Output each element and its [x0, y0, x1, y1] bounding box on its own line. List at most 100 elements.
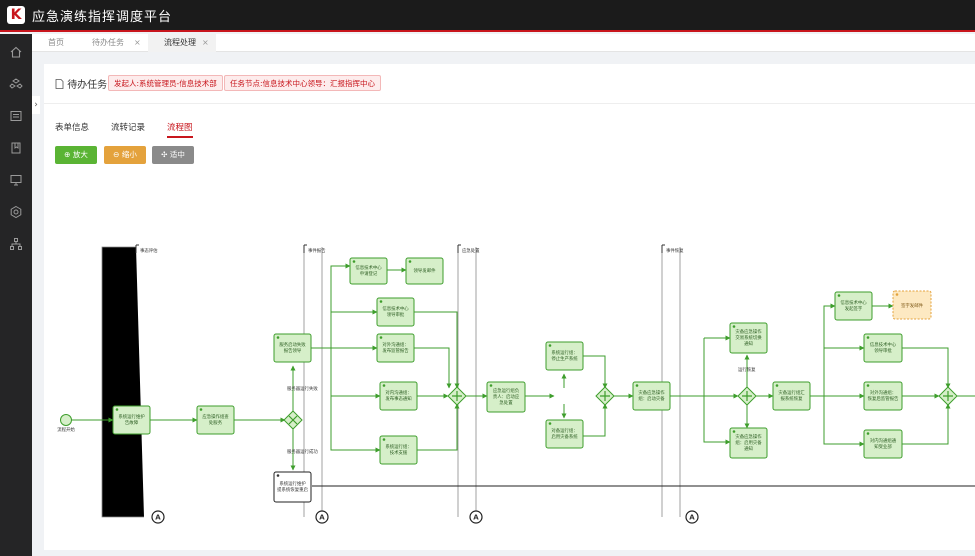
swimlane-label: 事态评估: [140, 247, 158, 254]
svg-text:签字发邮件: 签字发邮件: [901, 302, 924, 309]
svg-text:信息技术中心: 信息技术中心: [840, 299, 867, 306]
end-marker: A: [319, 514, 325, 522]
task-node[interactable]: 应急操作组查处服务: [196, 405, 235, 435]
svg-text:对外沟通组：: 对外沟通组：: [870, 389, 896, 396]
fit-label: 适中: [169, 150, 185, 159]
svg-text:服务启动失败: 服务启动失败: [279, 341, 306, 348]
flow-diagram: 事态评估 事件报告 应急处置 事件恢复 A A A A 流程开始 服务器运行失败…: [57, 244, 975, 524]
edge-label: 服务器运行失败: [287, 385, 318, 392]
subtab-history[interactable]: 流转记录: [111, 121, 145, 133]
move-icon: ✣: [161, 150, 170, 159]
swimlane-label: 应急处置: [462, 247, 480, 254]
task-header: 待办任务 发起人:系统管理员-信息技术部 任务节点:信息技术中心领导：汇报指挥中…: [44, 64, 975, 104]
svg-text:系统运行组：: 系统运行组：: [551, 349, 577, 356]
zoom-out-label: 缩小: [121, 150, 137, 159]
tab-label: 流程处理: [164, 38, 196, 47]
end-marker: A: [473, 514, 479, 522]
task-node[interactable]: 系统运行组：技术支援: [379, 435, 418, 465]
svg-text:系统运行维护: 系统运行维护: [279, 480, 306, 487]
svg-text:报系统恢复: 报系统恢复: [781, 395, 804, 402]
zoom-out-button[interactable]: ⊖ 缩小: [104, 146, 146, 164]
svg-text:恢复后监管报告: 恢复后监管报告: [868, 395, 899, 402]
user-task-icons: [115, 260, 899, 477]
task-node[interactable]: 系统运行组：停止生产系统: [545, 341, 584, 371]
document-icon: [55, 79, 64, 89]
book-icon[interactable]: [9, 140, 23, 154]
task-node[interactable]: 灾备运行组汇报系统恢复: [772, 381, 811, 411]
task-node[interactable]: 灾备应急操作组：启用灾备通知: [729, 427, 768, 459]
tab-todo[interactable]: 待办任务 ×: [76, 34, 148, 52]
monitor-icon[interactable]: [9, 172, 23, 186]
svg-text:提系统恢复重启: 提系统恢复重启: [277, 486, 308, 493]
task-node[interactable]: 对外沟通组：发布监管报告: [376, 333, 415, 363]
subtab-flowchart[interactable]: 流程图: [167, 121, 193, 138]
end-marker: A: [155, 514, 161, 522]
subtab-form[interactable]: 表单信息: [55, 121, 89, 133]
svg-text:灾备应急操作: 灾备应急操作: [735, 328, 762, 335]
task-node[interactable]: 系统运行维护提系统恢复重启: [273, 471, 312, 503]
zoom-in-button[interactable]: ⊕ 放大: [55, 146, 97, 164]
svg-text:停止生产系统: 停止生产系统: [551, 355, 578, 362]
svg-text:处服务: 处服务: [209, 419, 223, 426]
home-icon[interactable]: [9, 44, 23, 58]
svg-text:领导审批: 领导审批: [874, 347, 892, 354]
task-node[interactable]: 系统运行维护告故障: [112, 405, 151, 435]
task-node[interactable]: 灾备应急操作交易系统切换通知: [729, 322, 768, 354]
start-event[interactable]: [60, 414, 72, 426]
task-node[interactable]: 信息技术中心领导审批: [863, 333, 903, 363]
page-title: 待办任务: [55, 76, 107, 91]
svg-text:启用灾备系统: 启用灾备系统: [551, 433, 578, 440]
active-task-node[interactable]: 签字发邮件: [892, 290, 932, 320]
app-title: 应急演练指挥调度平台: [32, 9, 173, 25]
svg-text:信息技术中心: 信息技术中心: [382, 305, 409, 312]
svg-text:灾备应急操作: 灾备应急操作: [735, 433, 762, 440]
svg-text:发起签字: 发起签字: [845, 305, 863, 312]
cubes-icon[interactable]: [9, 76, 23, 90]
svg-text:系统运行组：: 系统运行组：: [385, 443, 411, 450]
svg-text:责人：启动应: 责人：启动应: [493, 393, 520, 400]
svg-text:报告领导: 报告领导: [284, 347, 302, 354]
plus-circle-icon: ⊕: [64, 150, 73, 159]
task-node[interactable]: 对内沟通组：发布事态通知: [379, 381, 418, 411]
edge-label: 运行恢复: [738, 366, 756, 373]
svg-text:应急操作组查: 应急操作组查: [202, 413, 229, 420]
close-icon[interactable]: ×: [134, 34, 141, 52]
svg-text:领导发邮件: 领导发邮件: [414, 267, 437, 274]
org-icon[interactable]: [9, 236, 23, 250]
end-marker: A: [689, 514, 695, 522]
task-node[interactable]: 灾备应急操作组：启动灾备: [632, 381, 671, 411]
close-icon[interactable]: ×: [202, 34, 209, 52]
initiator-tag: 发起人:系统管理员-信息技术部: [108, 75, 223, 91]
task-node[interactable]: 对外沟通组：恢复后监管报告: [863, 381, 903, 411]
list-icon[interactable]: [9, 108, 23, 122]
task-node[interactable]: 对备运行组：启用灾备系统: [545, 419, 584, 449]
svg-text:领导审批: 领导审批: [387, 311, 405, 318]
task-node[interactable]: 信息技术中心领导审批: [376, 297, 415, 327]
svg-text:灾备运行组汇: 灾备运行组汇: [778, 389, 805, 396]
svg-text:应急运行组负: 应急运行组负: [493, 387, 520, 394]
task-node-tag: 任务节点:信息技术中心领导：汇报指挥中心: [224, 75, 382, 91]
task-node[interactable]: 信息技术中心申请登记: [349, 257, 388, 285]
swimlane-label: 事件恢复: [666, 247, 684, 254]
svg-text:对内沟通组通: 对内沟通组通: [870, 437, 897, 444]
settings-icon[interactable]: [9, 204, 23, 219]
svg-text:发布事态通知: 发布事态通知: [385, 395, 411, 402]
tab-label: 待办任务: [92, 38, 124, 47]
svg-text:对内沟通组：: 对内沟通组：: [385, 389, 411, 396]
svg-text:对外沟通组：: 对外沟通组：: [382, 341, 408, 348]
collapse-sidebar-button[interactable]: ›: [32, 96, 40, 114]
svg-text:系统运行维护: 系统运行维护: [118, 413, 145, 420]
fit-button[interactable]: ✣ 适中: [152, 146, 194, 164]
task-node[interactable]: 领导发邮件: [405, 257, 444, 285]
svg-text:组：启用灾备: 组：启用灾备: [735, 439, 762, 446]
task-node[interactable]: 服务启动失败报告领导: [273, 333, 312, 363]
task-node[interactable]: 信息技术中心发起签字: [834, 291, 873, 321]
task-node[interactable]: 应急运行组负责人：启动应急处置: [486, 381, 526, 413]
tab-label: 首页: [48, 38, 64, 47]
tab-process[interactable]: 流程处理 ×: [148, 34, 216, 52]
start-label: 流程开始: [57, 426, 75, 433]
tab-home[interactable]: 首页: [32, 34, 76, 52]
sidebar: [0, 34, 32, 556]
svg-text:技术支援: 技术支援: [390, 449, 408, 456]
task-node[interactable]: 对内沟通组通知受业部: [863, 429, 903, 459]
